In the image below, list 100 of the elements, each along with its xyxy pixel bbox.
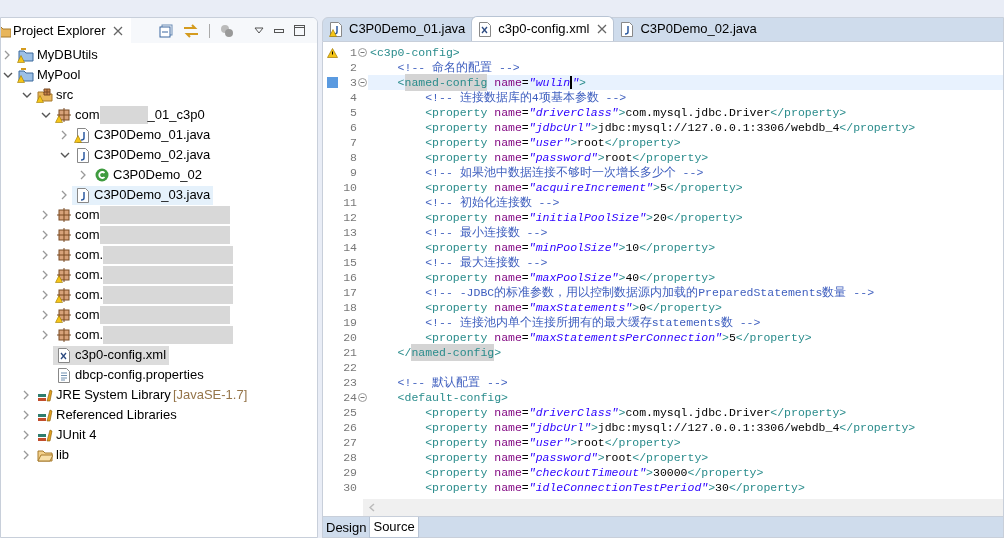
- code-token: >: [597, 149, 605, 166]
- line-number: 4: [349, 89, 357, 106]
- code-token: 5: [728, 329, 736, 346]
- java-file-icon: [621, 21, 634, 37]
- code-token: <property: [424, 134, 489, 151]
- code-token: 0: [639, 299, 647, 316]
- minimize-icon[interactable]: [274, 28, 284, 33]
- fold-icon[interactable]: [358, 48, 367, 57]
- code-token: </property>: [639, 269, 716, 286]
- tree-item[interactable]: com.: [53, 285, 107, 305]
- code-token: =: [521, 134, 529, 151]
- view-menu-icon[interactable]: [254, 27, 264, 34]
- line-number: 6: [349, 119, 357, 136]
- warning-icon: [329, 28, 337, 37]
- sync-arrows-icon[interactable]: [183, 23, 199, 38]
- tree-item[interactable]: lib: [34, 445, 72, 465]
- code-token: name: [494, 479, 522, 496]
- editor-tab[interactable]: c3p0-config.xml: [471, 16, 615, 41]
- code-token: "user": [528, 434, 571, 451]
- code-token: >: [494, 344, 502, 361]
- tree-item[interactable]: com: [53, 205, 103, 225]
- code-token: "idleConnectionTestPeriod": [528, 479, 709, 496]
- tree-item[interactable]: C3P0Demo_02.java: [72, 145, 214, 165]
- code-token: =: [521, 434, 529, 451]
- tree-item[interactable]: c3p0-config.xml: [53, 345, 170, 365]
- tree-item[interactable]: C3P0Demo_02: [91, 165, 205, 185]
- collapse-all-icon[interactable]: [159, 23, 173, 38]
- tree-item[interactable]: com: [53, 305, 103, 325]
- editor-tab[interactable]: C3P0Demo_02.java: [614, 17, 763, 41]
- code-token: name: [494, 299, 522, 316]
- tree-item[interactable]: C3P0Demo_03.java: [72, 185, 214, 205]
- code-token: "driverClass": [528, 404, 619, 421]
- code-token: "password": [528, 449, 598, 466]
- code-token: name: [494, 329, 522, 346]
- xml-file-icon: [479, 21, 492, 37]
- tree-item[interactable]: com: [53, 225, 103, 245]
- tree-item[interactable]: com.: [53, 265, 107, 285]
- scroll-left-icon[interactable]: [369, 503, 375, 512]
- tree-item[interactable]: src: [34, 85, 77, 105]
- project-folder-icon: [17, 48, 34, 62]
- code-token: =: [521, 74, 529, 91]
- tree-item[interactable]: JRE System Library: [34, 385, 174, 405]
- code-token: "wulin: [528, 74, 571, 91]
- close-icon[interactable]: [597, 24, 608, 34]
- code-token: name: [494, 179, 522, 196]
- maximize-icon[interactable]: [294, 25, 305, 36]
- tree-item[interactable]: MyDBUtils: [15, 45, 101, 65]
- code-token: name: [494, 134, 522, 151]
- code-comment: <!-- 命名的配置 -->: [396, 59, 520, 76]
- code-token: <: [396, 74, 405, 91]
- code-token: <property: [424, 119, 489, 136]
- code-token: </property>: [604, 134, 681, 151]
- view-tab[interactable]: Design: [323, 517, 370, 538]
- code-comment: <!-- 如果池中数据连接不够时一次增长多少个 -->: [424, 164, 704, 181]
- fold-icon[interactable]: [358, 78, 367, 87]
- line-number: 3: [349, 74, 357, 91]
- fold-icon[interactable]: [358, 393, 367, 402]
- code-comment: <!-- 最小连接数 -->: [424, 224, 548, 241]
- code-token: >: [653, 179, 660, 196]
- code-comment: <!-- 连接数据库的4项基本参数 -->: [424, 89, 627, 106]
- package-icon: [56, 228, 71, 242]
- code-token: <property: [424, 449, 489, 466]
- line-number: 12: [342, 209, 357, 226]
- tree-item[interactable]: com: [53, 105, 103, 125]
- project-folder-icon: [17, 68, 34, 82]
- close-icon[interactable]: [113, 25, 124, 36]
- code-token: </property>: [770, 404, 847, 421]
- code-token: >: [708, 479, 716, 496]
- tree-item[interactable]: Referenced Libraries: [34, 405, 180, 425]
- code-token: root: [604, 449, 633, 466]
- editor-tab[interactable]: C3P0Demo_01.java: [323, 17, 472, 41]
- tree-item[interactable]: dbcp-config.properties: [53, 365, 207, 385]
- warning-icon: [74, 134, 82, 143]
- code-token: >: [579, 74, 586, 91]
- code-token: 40: [625, 269, 640, 286]
- code-token: name: [494, 119, 522, 136]
- code-token: =: [521, 179, 529, 196]
- tree-item[interactable]: com.: [53, 245, 107, 265]
- view-tab[interactable]: Source: [369, 517, 419, 538]
- code-token: </: [396, 344, 412, 361]
- tree-item[interactable]: MyPool: [15, 65, 84, 85]
- code-token: <property: [424, 329, 489, 346]
- code-token: root: [604, 149, 633, 166]
- line-number: 19: [342, 314, 357, 331]
- code-token: <property: [424, 179, 489, 196]
- tree-item[interactable]: JUnit 4: [34, 425, 100, 445]
- code-token: </property>: [770, 104, 847, 121]
- package-icon: [56, 328, 71, 342]
- code-token: <property: [424, 404, 489, 421]
- tree-item[interactable]: C3P0Demo_01.java: [72, 125, 214, 145]
- tree-item[interactable]: com.: [53, 325, 107, 345]
- code-token: >: [646, 209, 653, 226]
- line-number: 23: [342, 374, 357, 391]
- horizontal-scrollbar[interactable]: [363, 499, 1003, 516]
- code-token: <property: [424, 464, 489, 481]
- code-token: <property: [424, 104, 489, 121]
- line-number: 2: [349, 59, 357, 76]
- disabled-tool-icon: [220, 23, 234, 38]
- code-token: "acquireIncrement": [528, 179, 653, 196]
- code-token: "user": [528, 134, 571, 151]
